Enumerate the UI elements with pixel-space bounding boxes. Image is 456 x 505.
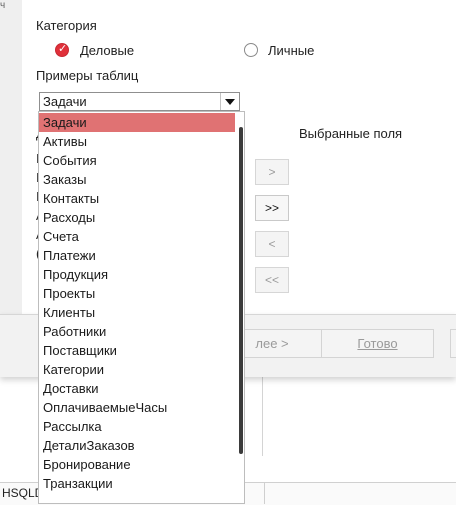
background-left-panel <box>0 0 23 314</box>
radio-unchecked-icon <box>244 43 258 57</box>
chevron-down-icon[interactable] <box>220 93 239 110</box>
dropdown-option[interactable]: Контакты <box>39 189 235 208</box>
finish-button[interactable]: Готово <box>321 329 434 358</box>
sample-tables-label: Примеры таблиц <box>36 68 139 83</box>
finish-button-label: Готово <box>357 336 398 351</box>
background-divider <box>262 376 263 456</box>
category-label: Категория <box>36 18 97 33</box>
dropdown-option[interactable]: Платежи <box>39 246 235 265</box>
dropdown-option[interactable]: События <box>39 151 235 170</box>
dropdown-option[interactable]: Клиенты <box>39 303 235 322</box>
dropdown-option[interactable]: Активы <box>39 132 235 151</box>
dropdown-option[interactable]: Транзакции <box>39 474 235 493</box>
move-right-button[interactable]: > <box>255 159 289 185</box>
sample-tables-combobox[interactable]: Задачи <box>39 92 240 111</box>
dropdown-option[interactable]: Продукция <box>39 265 235 284</box>
move-all-left-button[interactable]: << <box>255 267 289 293</box>
cancel-button-edge[interactable] <box>450 329 456 358</box>
move-all-right-button[interactable]: >> <box>255 195 289 221</box>
status-separator <box>264 482 265 504</box>
dropdown-option[interactable]: ДеталиЗаказов <box>39 436 235 455</box>
radio-business[interactable]: Деловые <box>54 42 174 60</box>
dropdown-option[interactable]: Рассылка <box>39 417 235 436</box>
dropdown-option[interactable]: ОплачиваемыеЧасы <box>39 398 235 417</box>
selected-fields-label: Выбранные поля <box>299 126 403 141</box>
dropdown-option[interactable]: Категории <box>39 360 235 379</box>
move-left-button[interactable]: < <box>255 231 289 257</box>
dropdown-option[interactable]: Задачи <box>39 113 235 132</box>
background-clipped-text: ч <box>0 0 6 11</box>
dropdown-option[interactable]: Расходы <box>39 208 235 227</box>
radio-business-label: Деловые <box>80 43 135 58</box>
dropdown-option[interactable]: Поставщики <box>39 341 235 360</box>
radio-personal[interactable]: Личные <box>243 42 353 60</box>
dropdown-option[interactable]: Бронирование <box>39 455 235 474</box>
combo-value: Задачи <box>43 94 87 109</box>
dropdown-option[interactable]: Работники <box>39 322 235 341</box>
radio-personal-label: Личные <box>268 43 315 58</box>
dropdown-option[interactable]: Счета <box>39 227 235 246</box>
dropdown-option[interactable]: Проекты <box>39 284 235 303</box>
dropdown-scrollbar[interactable] <box>239 127 243 454</box>
radio-checked-icon <box>55 42 69 57</box>
dropdown-option[interactable]: Доставки <box>39 379 235 398</box>
sample-tables-dropdown-list[interactable]: Задачи Активы События Заказы Контакты Расходы… <box>38 111 245 504</box>
dropdown-option[interactable]: Заказы <box>39 170 235 189</box>
